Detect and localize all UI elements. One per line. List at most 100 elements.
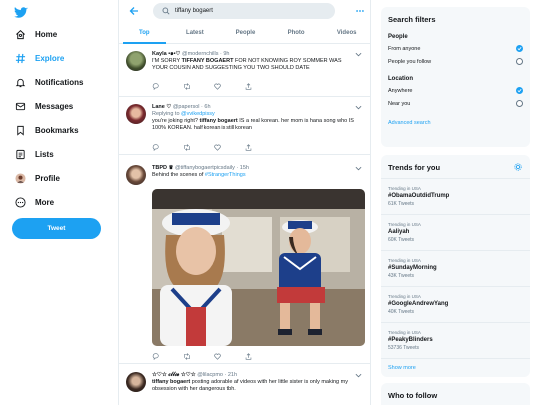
tweet[interactable]: TBPD ♛ @tiffanybogaertpicsdaily · 15h Be…	[119, 159, 370, 364]
filter-option-near-you[interactable]: Near you	[381, 97, 530, 110]
replying-to: Replying to @vvikedpissy	[152, 111, 215, 117]
tab-people[interactable]: People	[220, 24, 271, 43]
left-sidebar: Home Explore Notifications Messages Book…	[0, 0, 118, 405]
filter-option-from-anyone[interactable]: From anyone	[381, 42, 530, 55]
tweet-photo[interactable]	[152, 189, 365, 346]
reply-icon[interactable]	[152, 82, 183, 90]
more-circle-icon	[14, 196, 26, 208]
share-icon[interactable]	[245, 82, 276, 90]
tab-latest[interactable]: Latest	[170, 24, 221, 43]
nav-label: Explore	[35, 53, 65, 63]
nav-label: Profile	[35, 173, 60, 183]
nav-lists[interactable]: Lists	[14, 147, 54, 161]
nav-explore[interactable]: Explore	[14, 51, 64, 65]
tweet-body: Kayla •๑•♡ @modernchills · 9h I'M SORRY …	[152, 50, 357, 72]
bell-icon	[14, 76, 26, 88]
avatar[interactable]	[126, 165, 146, 185]
reply-mention-link[interactable]: @vvikedpissy	[181, 111, 215, 117]
main-column: tiffany bogaert Top Latest People Photo …	[118, 0, 371, 405]
search-tabs: Top Latest People Photo Videos	[119, 24, 370, 44]
retweet-icon[interactable]	[183, 352, 214, 360]
hashtag-icon	[14, 52, 26, 64]
who-to-follow-panel: Who to follow	[381, 383, 530, 405]
panel-title: Trends for you	[381, 155, 530, 179]
tweet-author-name[interactable]: Kayla •๑•♡	[152, 51, 180, 57]
search-header: tiffany bogaert	[119, 0, 370, 24]
filter-section-label: Location	[388, 76, 413, 82]
twitter-logo-icon[interactable]	[14, 7, 28, 19]
show-more-link[interactable]: Show more	[381, 359, 530, 377]
right-sidebar: Search filters People From anyone People…	[371, 0, 540, 405]
nav-bookmarks[interactable]: Bookmarks	[14, 123, 79, 137]
hashtag-link[interactable]: #StrangerThings	[205, 172, 246, 178]
radio-checked-icon[interactable]	[516, 87, 523, 94]
tweet-author-name[interactable]: Lane ♡	[152, 104, 171, 110]
nav-messages[interactable]: Messages	[14, 99, 73, 113]
nav-profile[interactable]: Profile	[14, 171, 60, 185]
radio-unchecked-icon[interactable]	[516, 58, 523, 65]
list-icon	[14, 148, 26, 160]
trend-item[interactable]: Trending in USA #SundayMorning 43K Tweet…	[381, 251, 530, 287]
tweet[interactable]: Kayla •๑•♡ @modernchills · 9h I'M SORRY …	[119, 45, 370, 97]
envelope-icon	[14, 100, 26, 112]
tweet-meta: @lilacpmo · 21h	[197, 372, 238, 378]
filter-option-people-you-follow[interactable]: People you follow	[381, 55, 530, 68]
search-filters-panel: Search filters People From anyone People…	[381, 7, 530, 147]
filter-option-anywhere[interactable]: Anywhere	[381, 84, 530, 97]
trend-item[interactable]: Trending in USA #PeakyBlinders 53736 Twe…	[381, 323, 530, 359]
tweet-author-name[interactable]: TBPD ♛	[152, 165, 173, 171]
tweet[interactable]: Lane ♡ @papersol · 6h Replying to @vvike…	[119, 98, 370, 155]
tweet-text: you're joking right? tiffany bogaert IS …	[152, 118, 354, 131]
like-icon[interactable]	[214, 352, 245, 360]
tweet-actions	[152, 143, 276, 151]
radio-unchecked-icon[interactable]	[516, 100, 523, 107]
trends-panel: Trends for you Trending in USA #ObamaOut…	[381, 155, 530, 377]
panel-title: Who to follow	[388, 391, 438, 400]
retweet-icon[interactable]	[183, 82, 214, 90]
tweet-author-name[interactable]: ☆♡☆ 𝓬𝓵𝓵𝓲𝓮 ☆♡☆	[152, 372, 196, 378]
share-icon[interactable]	[245, 352, 276, 360]
chevron-down-icon[interactable]	[355, 373, 362, 378]
avatar[interactable]	[126, 104, 146, 124]
chevron-down-icon[interactable]	[355, 166, 362, 171]
tab-videos[interactable]: Videos	[321, 24, 370, 43]
search-input[interactable]: tiffany bogaert	[153, 3, 335, 19]
trend-item[interactable]: Trending in USA Aaliyah 60K Tweets	[381, 215, 530, 251]
trend-item[interactable]: Trending in USA #ObamaOutdidTrump 61K Tw…	[381, 179, 530, 215]
chevron-down-icon[interactable]	[355, 105, 362, 110]
advanced-search-link[interactable]: Advanced search	[381, 120, 530, 126]
search-icon	[162, 7, 170, 15]
avatar	[14, 172, 26, 184]
nav-more[interactable]: More	[14, 195, 54, 209]
nav-label: Home	[35, 29, 58, 39]
tweet-text: tiffany bogaert posting adorable af vide…	[152, 379, 348, 392]
retweet-icon[interactable]	[183, 143, 214, 151]
avatar[interactable]	[126, 51, 146, 71]
nav-home[interactable]: Home	[14, 27, 57, 41]
reply-icon[interactable]	[152, 143, 183, 151]
back-arrow-icon[interactable]	[128, 5, 140, 17]
search-query: tiffany bogaert	[175, 8, 213, 14]
tweet-button[interactable]: Tweet	[12, 218, 101, 239]
bookmark-icon	[14, 124, 26, 136]
avatar[interactable]	[126, 372, 146, 392]
filter-section-label: People	[388, 34, 408, 40]
tab-photo[interactable]: Photo	[271, 24, 322, 43]
nav-label: Lists	[35, 149, 54, 159]
radio-checked-icon[interactable]	[516, 45, 523, 52]
tweet-meta: @modernchills · 9h	[182, 51, 230, 57]
tweet[interactable]: ☆♡☆ 𝓬𝓵𝓵𝓲𝓮 ☆♡☆ @lilacpmo · 21h tiffany bo…	[119, 366, 370, 405]
tweet-actions	[152, 352, 276, 360]
more-options-icon[interactable]	[355, 6, 365, 16]
reply-icon[interactable]	[152, 352, 183, 360]
nav-notifications[interactable]: Notifications	[14, 75, 83, 89]
gear-icon[interactable]	[514, 163, 522, 171]
trend-item[interactable]: Trending in USA #GoogleAndrewYang 40K Tw…	[381, 287, 530, 323]
share-icon[interactable]	[245, 143, 276, 151]
tweet-actions	[152, 82, 276, 90]
tab-top[interactable]: Top	[119, 24, 170, 44]
like-icon[interactable]	[214, 143, 245, 151]
chevron-down-icon[interactable]	[355, 52, 362, 57]
like-icon[interactable]	[214, 82, 245, 90]
tweet-meta: @tiffanybogaertpicsdaily · 15h	[174, 165, 249, 171]
